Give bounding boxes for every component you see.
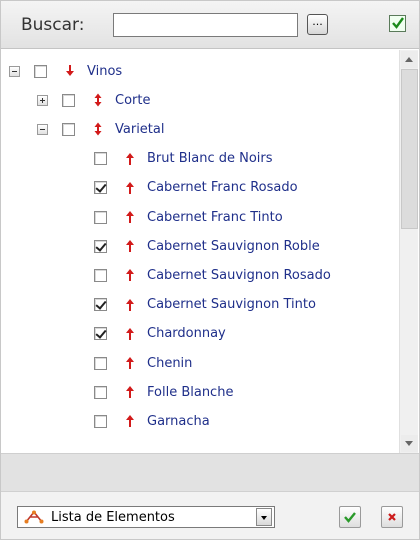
tree-item-label[interactable]: Cabernet Sauvignon Roble (147, 239, 320, 254)
tree-row[interactable]: Cabernet Franc Rosado (94, 177, 298, 199)
tree-checkbox[interactable] (94, 210, 107, 224)
check-icon (392, 17, 404, 29)
sort-arrow-icon (126, 386, 134, 399)
sort-arrow-icon (126, 327, 134, 340)
select-all-checkbox[interactable] (389, 15, 406, 32)
sort-arrow-icon (66, 65, 74, 76)
checkmark-icon (344, 512, 356, 523)
tree-item-label[interactable]: Corte (115, 93, 150, 108)
tree-item-label[interactable]: Garnacha (147, 414, 210, 429)
close-icon (388, 513, 396, 521)
tree-scrollbar[interactable] (399, 50, 418, 453)
selector-panel: Buscar: ... Vinos Corte Varietal Brut Blanc… (0, 0, 420, 540)
tree-item-label[interactable]: Cabernet Sauvignon Rosado (147, 268, 331, 283)
tree-checkbox[interactable] (62, 93, 75, 107)
tree-item-label[interactable]: Chenin (147, 356, 192, 371)
sort-arrow-icon (126, 269, 134, 282)
tree-row[interactable]: Cabernet Sauvignon Rosado (94, 264, 331, 286)
sort-arrow-icon (94, 93, 102, 107)
sort-arrow-icon (126, 181, 134, 194)
search-label: Buscar: (21, 15, 85, 35)
tree-checkbox[interactable] (94, 268, 107, 282)
sort-arrow-icon (126, 211, 134, 223)
sort-arrow-icon (126, 415, 134, 428)
scroll-thumb[interactable] (401, 69, 418, 229)
tree-checkbox[interactable] (94, 298, 107, 312)
search-bar: Buscar: ... (1, 1, 419, 49)
tree-checkbox[interactable] (94, 327, 107, 341)
tree-checkbox[interactable] (62, 122, 75, 136)
tree-checkbox[interactable] (94, 152, 107, 166)
tree-item-label[interactable]: Cabernet Sauvignon Tinto (147, 297, 316, 312)
status-strip (1, 453, 419, 491)
tree-item-label[interactable]: Vinos (87, 64, 122, 79)
hierarchy-icon (24, 510, 44, 524)
category-tree: Vinos Corte Varietal Brut Blanc de Noirs Cab… (1, 50, 399, 453)
scroll-up-button[interactable] (401, 51, 418, 68)
sort-arrow-icon (126, 357, 134, 369)
tree-item-label[interactable]: Cabernet Franc Rosado (147, 180, 298, 195)
tree-item-label[interactable]: Chardonnay (147, 326, 226, 341)
tree-row[interactable]: Cabernet Sauvignon Tinto (94, 294, 316, 316)
ok-button[interactable] (339, 506, 361, 528)
tree-item-label[interactable]: Cabernet Franc Tinto (147, 210, 283, 225)
cancel-button[interactable] (381, 506, 403, 528)
footer-bar: Lista de Elementos (1, 491, 419, 539)
collapse-icon[interactable] (37, 123, 48, 135)
sort-arrow-icon (126, 152, 134, 165)
tree-row[interactable]: Corte (37, 89, 150, 111)
browse-button[interactable]: ... (307, 14, 328, 35)
tree-checkbox[interactable] (34, 64, 47, 78)
tree-row[interactable]: Cabernet Franc Tinto (94, 206, 283, 228)
tree-row[interactable]: Cabernet Sauvignon Roble (94, 235, 320, 257)
tree-checkbox[interactable] (94, 181, 107, 195)
search-input[interactable] (113, 13, 298, 37)
collapse-icon[interactable] (9, 65, 20, 77)
sort-arrow-icon (126, 298, 134, 311)
tree-item-label[interactable]: Varietal (115, 122, 164, 137)
tree-row[interactable]: Vinos (9, 60, 122, 82)
tree-row[interactable]: Folle Blanche (94, 381, 233, 403)
scroll-down-button[interactable] (401, 435, 418, 452)
tree-checkbox[interactable] (94, 414, 107, 428)
tree-item-label[interactable]: Brut Blanc de Noirs (147, 151, 273, 166)
sort-arrow-icon (94, 122, 102, 136)
tree-checkbox[interactable] (94, 239, 107, 253)
tree-row[interactable]: Varietal (37, 118, 164, 140)
tree-row[interactable]: Chardonnay (94, 323, 226, 345)
sort-arrow-icon (126, 240, 134, 253)
tree-row[interactable]: Brut Blanc de Noirs (94, 148, 273, 170)
tree-row[interactable]: Chenin (94, 352, 192, 374)
view-mode-select[interactable]: Lista de Elementos (17, 506, 275, 528)
tree-item-label[interactable]: Folle Blanche (147, 385, 233, 400)
expand-icon[interactable] (37, 94, 48, 106)
chevron-down-icon[interactable] (256, 508, 272, 526)
tree-row[interactable]: Garnacha (94, 410, 210, 432)
view-mode-value: Lista de Elementos (51, 509, 175, 525)
tree-checkbox[interactable] (94, 385, 107, 399)
tree-checkbox[interactable] (94, 356, 107, 370)
